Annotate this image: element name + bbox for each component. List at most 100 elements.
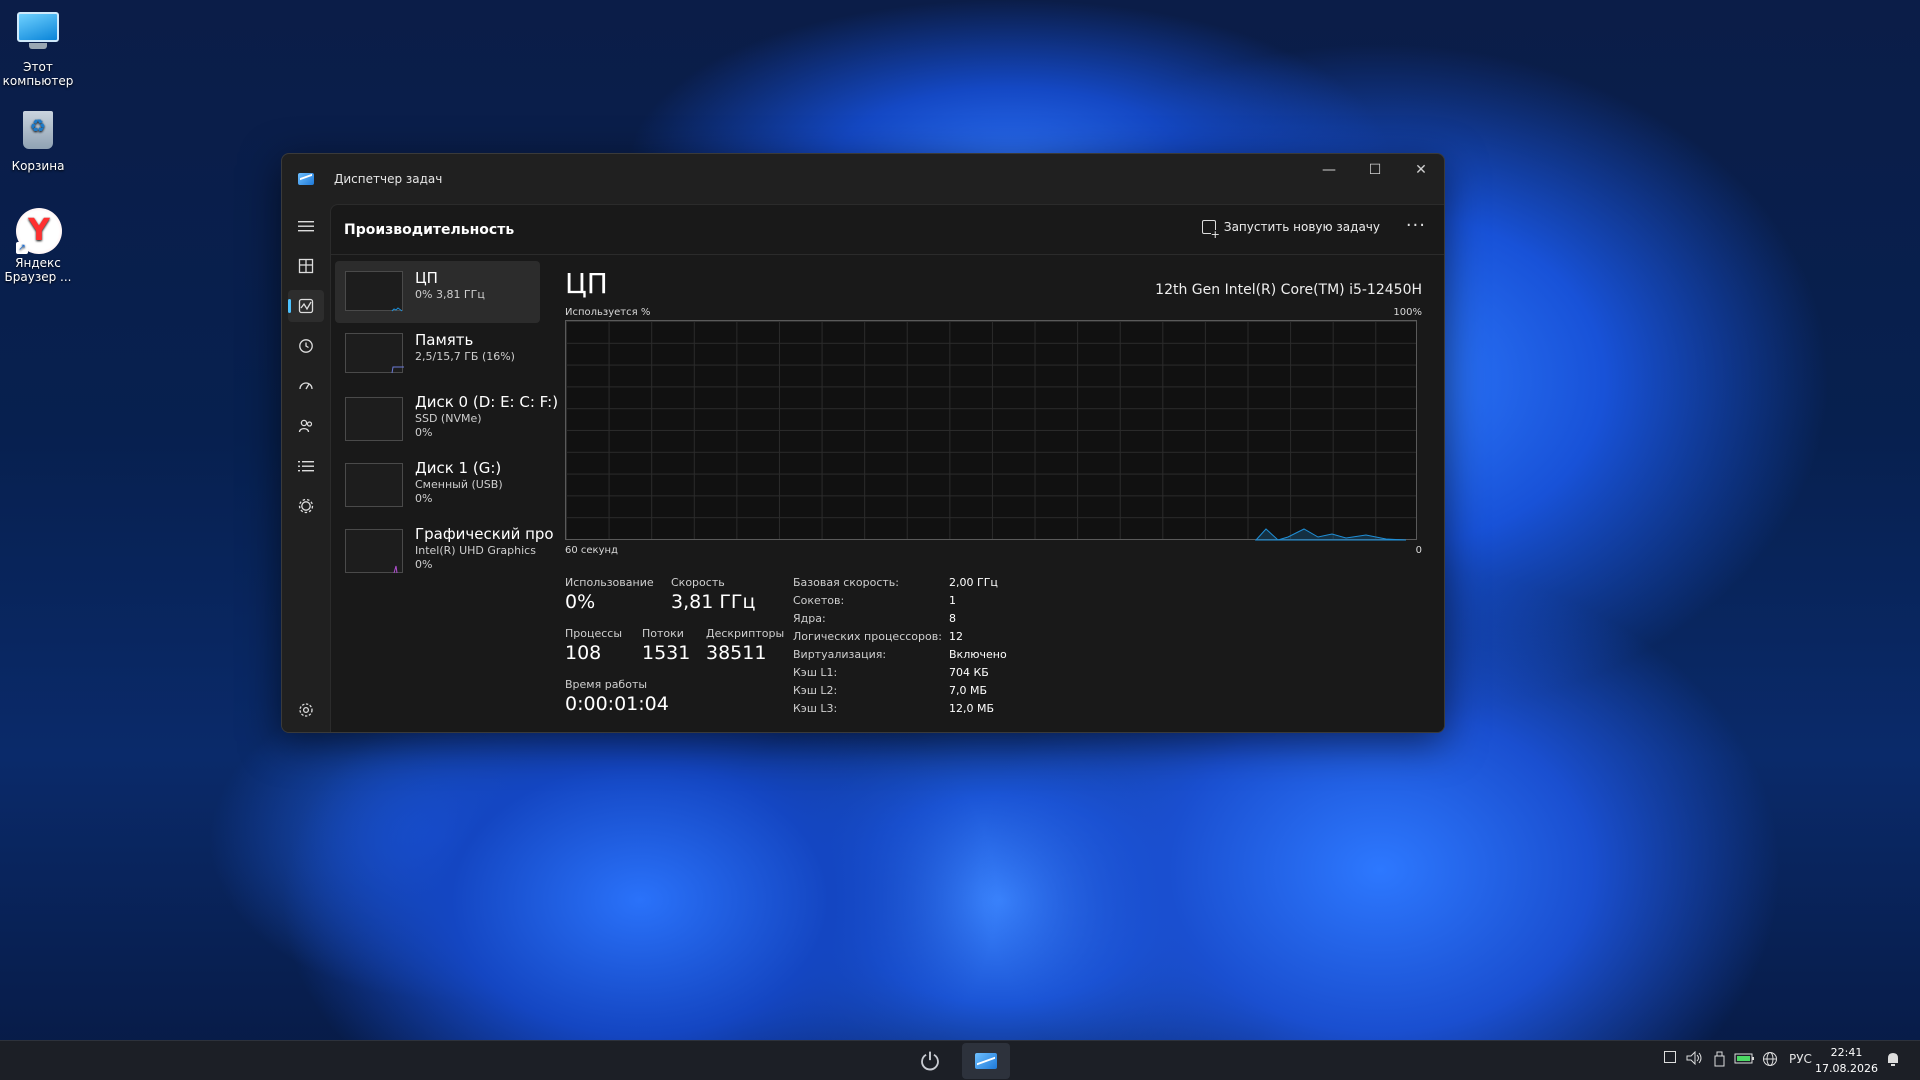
sidebar-item-settings[interactable] (288, 694, 324, 726)
memory-mini-graph (345, 333, 404, 374)
task-manager-app-icon (975, 1053, 997, 1069)
settings-icon (299, 703, 313, 717)
taskbar-clock[interactable]: 22:41 17.08.2026 (1815, 1045, 1878, 1077)
resource-subtitle: SSD (NVMe) (415, 412, 482, 425)
close-button[interactable]: ✕ (1398, 154, 1444, 186)
resource-subtitle: Сменный (USB) (415, 478, 503, 491)
clock-time: 22:41 (1830, 1046, 1863, 1059)
desktop-icon-this-pc[interactable]: Этот компьютер (0, 8, 76, 88)
taskbar: ⏻ РУС 22:41 17.08.2026 (0, 1040, 1920, 1080)
network-globe-icon[interactable] (1762, 1051, 1778, 1071)
resource-title: Диск 0 (D: E: C: F:) (415, 393, 559, 411)
cpu-usage-graph (565, 320, 1417, 541)
speed-label: Скорость (671, 576, 725, 589)
resource-list: ЦП 0% 3,81 ГГц Память 2,5/15,7 ГБ (16%) … (335, 261, 558, 583)
handles-label: Дескрипторы (706, 627, 785, 640)
maximize-button[interactable]: ☐ (1352, 154, 1398, 186)
spec-key: Сокетов: (793, 594, 845, 607)
threads-label: Потоки (642, 627, 684, 640)
spec-key: Базовая скорость: (793, 576, 899, 589)
hamburger-menu-button[interactable] (288, 210, 324, 242)
hamburger-icon (298, 221, 314, 232)
run-new-task-button[interactable]: Запустить новую задачу (1201, 220, 1380, 240)
spec-value: Включено (949, 648, 1007, 661)
resource-item-memory[interactable]: Память 2,5/15,7 ГБ (16%) (335, 323, 540, 385)
processes-value: 108 (565, 642, 602, 664)
input-language-indicator[interactable]: РУС (1789, 1052, 1812, 1066)
startup-apps-icon (299, 382, 313, 390)
sidebar-item-services[interactable] (288, 490, 324, 522)
power-button[interactable]: ⏻ (913, 1047, 947, 1077)
more-options-button[interactable]: ··· (1406, 215, 1426, 236)
usage-label: Использование (565, 576, 654, 589)
spec-key: Кэш L1: (793, 666, 838, 679)
performance-icon (298, 298, 314, 314)
power-icon: ⏻ (920, 1048, 940, 1076)
uptime-label: Время работы (565, 678, 648, 691)
spec-key: Кэш L3: (793, 702, 838, 715)
speed-value: 3,81 ГГц (671, 591, 756, 613)
spec-key: Кэш L2: (793, 684, 838, 697)
taskbar-task-manager[interactable] (962, 1043, 1010, 1079)
spec-value: 12 (949, 630, 963, 643)
spec-key: Виртуализация: (793, 648, 887, 661)
spec-key: Ядра: (793, 612, 826, 625)
computer-icon (16, 12, 60, 56)
show-desktop-tray-icon[interactable] (1664, 1051, 1676, 1067)
clock-date: 17.08.2026 (1815, 1062, 1878, 1075)
spec-value: 8 (949, 612, 956, 625)
notifications-bell-icon[interactable] (1886, 1051, 1900, 1071)
volume-icon[interactable] (1686, 1050, 1704, 1069)
task-manager-app-icon (298, 173, 314, 185)
resource-item-gpu[interactable]: Графический про Intel(R) UHD Graphics 0% (335, 517, 554, 583)
window-title: Диспетчер задач (334, 172, 443, 186)
run-new-task-label: Запустить новую задачу (1223, 220, 1380, 234)
task-manager-window: Диспетчер задач — ☐ ✕ Производительность… (281, 153, 1445, 733)
resource-item-disk-0[interactable]: Диск 0 (D: E: C: F:) SSD (NVMe) 0% (335, 385, 558, 451)
recycle-bin-icon (16, 111, 60, 155)
processes-label: Процессы (565, 627, 623, 640)
desktop-icon-label: Яндекс Браузер ... (4, 256, 72, 284)
main-content: Производительность Запустить новую задач… (330, 204, 1444, 732)
resource-value: 0% (415, 492, 433, 505)
graph-y-max: 100% (1393, 307, 1422, 318)
desktop-icon-yandex-browser[interactable]: Y ↗ Яндекс Браузер ... (0, 208, 76, 284)
users-icon (298, 419, 313, 433)
graph-x-label: 60 секунд (565, 545, 618, 556)
resource-value: 0% (415, 558, 433, 571)
spec-value: 12,0 МБ (949, 702, 995, 715)
cpu-detail-panel: ЦП 12th Gen Intel(R) Core(TM) i5-12450H … (565, 261, 1422, 732)
resource-title: Диск 1 (G:) (415, 459, 502, 477)
processes-icon (298, 258, 314, 274)
desktop-icon-recycle-bin[interactable]: Корзина (0, 108, 76, 173)
cpu-mini-graph (345, 271, 403, 312)
sidebar-item-users[interactable] (288, 410, 324, 442)
run-task-icon (1201, 220, 1220, 240)
resource-item-cpu[interactable]: ЦП 0% 3,81 ГГц (335, 261, 540, 323)
sidebar-item-startup-apps[interactable] (288, 370, 324, 402)
battery-icon[interactable] (1734, 1051, 1756, 1069)
minimize-button[interactable]: — (1306, 154, 1352, 186)
sidebar-item-app-history[interactable] (288, 330, 324, 362)
spec-key: Логических процессоров: (793, 630, 942, 643)
usb-device-icon[interactable] (1712, 1051, 1726, 1071)
resource-value: 0% (415, 426, 433, 439)
resource-title: Память (415, 331, 474, 349)
resource-subtitle: 0% 3,81 ГГц (415, 288, 485, 301)
sidebar-item-details[interactable] (288, 450, 324, 482)
spec-value: 1 (949, 594, 956, 607)
spec-value: 2,00 ГГц (949, 576, 998, 589)
resource-subtitle: 2,5/15,7 ГБ (16%) (415, 350, 515, 363)
graph-y-min: 0 (1415, 545, 1422, 556)
gpu-mini-graph (345, 529, 403, 574)
threads-value: 1531 (642, 642, 691, 664)
yandex-browser-icon: Y ↗ (16, 208, 62, 254)
resource-item-disk-1[interactable]: Диск 1 (G:) Сменный (USB) 0% (335, 451, 540, 517)
resource-title: Графический про (415, 525, 554, 543)
sidebar-item-processes[interactable] (288, 250, 324, 282)
app-history-icon (299, 339, 313, 353)
title-bar[interactable]: Диспетчер задач — ☐ ✕ (282, 154, 1444, 204)
cpu-title: ЦП (565, 267, 608, 300)
nav-sidebar (282, 204, 330, 732)
sidebar-item-performance[interactable] (288, 290, 324, 322)
